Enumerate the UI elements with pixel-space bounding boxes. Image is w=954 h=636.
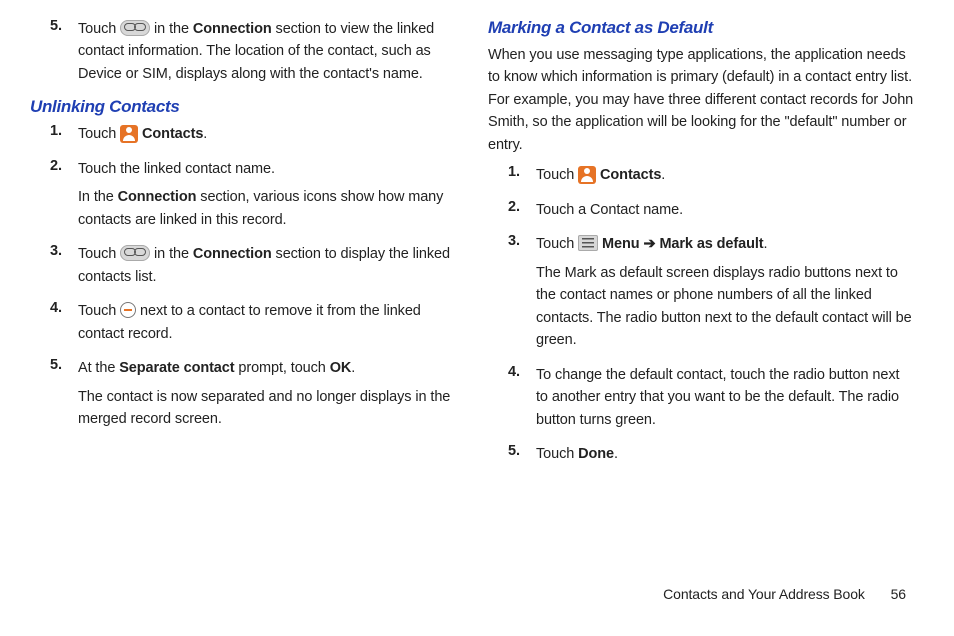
step-item: 1. Touch Contacts. — [488, 164, 914, 186]
step-body: Touch Done. — [536, 443, 914, 465]
step-body: Touch Menu ➔ Mark as default. The Mark a… — [536, 233, 914, 351]
step-number: 4. — [50, 300, 78, 345]
step-item: 2. Touch a Contact name. — [488, 199, 914, 221]
step-item: 1. Touch Contacts. — [30, 123, 456, 145]
step-number: 3. — [50, 243, 78, 288]
step-item: 4. Touch next to a contact to remove it … — [30, 300, 456, 345]
step-item: 3. Touch in the Connection section to di… — [30, 243, 456, 288]
step-body: Touch next to a contact to remove it fro… — [78, 300, 456, 345]
footer-label: Contacts and Your Address Book — [663, 586, 865, 602]
step-number: 5. — [50, 357, 78, 430]
step-body: At the Separate contact prompt, touch OK… — [78, 357, 456, 430]
section-heading-unlinking: Unlinking Contacts — [30, 97, 456, 117]
right-column: Marking a Contact as Default When you us… — [488, 18, 914, 636]
contacts-icon — [120, 125, 138, 143]
step-number: 1. — [508, 164, 536, 186]
step-body: Touch Contacts. — [536, 164, 914, 186]
contacts-icon — [578, 166, 596, 184]
step-item: 3. Touch Menu ➔ Mark as default. The Mar… — [488, 233, 914, 351]
step-item: 2. Touch the linked contact name. In the… — [30, 158, 456, 231]
menu-icon — [578, 235, 598, 251]
left-column: 5. Touch in the Connection section to vi… — [30, 18, 456, 636]
intro-paragraph: When you use messaging type applications… — [488, 44, 914, 156]
step-body: Touch in the Connection section to view … — [78, 18, 456, 85]
step-body: Touch in the Connection section to displ… — [78, 243, 456, 288]
step-body: Touch Contacts. — [78, 123, 456, 145]
step-number: 2. — [50, 158, 78, 231]
step-number: 1. — [50, 123, 78, 145]
link-icon — [120, 20, 150, 36]
step-number: 5. — [508, 443, 536, 465]
step-number: 2. — [508, 199, 536, 221]
step-item: 4. To change the default contact, touch … — [488, 364, 914, 431]
link-icon — [120, 245, 150, 261]
minus-icon — [120, 302, 136, 318]
page-footer: Contacts and Your Address Book 56 — [663, 586, 906, 602]
section-heading-marking-default: Marking a Contact as Default — [488, 18, 914, 38]
step-number: 3. — [508, 233, 536, 351]
step-number: 4. — [508, 364, 536, 431]
step-body: Touch a Contact name. — [536, 199, 914, 221]
step-number: 5. — [50, 18, 78, 85]
step-body: Touch the linked contact name. In the Co… — [78, 158, 456, 231]
step-body: To change the default contact, touch the… — [536, 364, 914, 431]
manual-page: 5. Touch in the Connection section to vi… — [0, 0, 954, 636]
arrow-icon: ➔ — [640, 236, 660, 252]
page-number: 56 — [891, 586, 906, 602]
step-item: 5. Touch Done. — [488, 443, 914, 465]
step-item: 5. Touch in the Connection section to vi… — [30, 18, 456, 85]
step-item: 5. At the Separate contact prompt, touch… — [30, 357, 456, 430]
